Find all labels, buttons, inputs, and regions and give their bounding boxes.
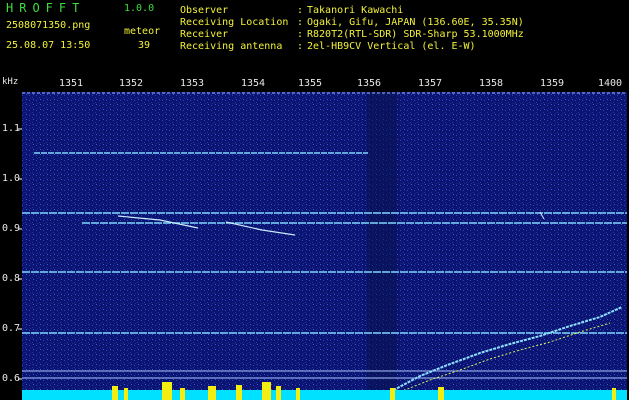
x-tick-1354: 1354: [241, 78, 266, 89]
capture-datetime: 25.08.07 13:50: [6, 40, 91, 51]
x-tick-1359: 1359: [540, 78, 565, 89]
x-tick-1355: 1355: [298, 78, 323, 89]
app-brand: HROFFT: [6, 1, 86, 15]
app-version: 1.0.0: [124, 3, 155, 14]
x-tick-1352: 1352: [119, 78, 144, 89]
meteor-count: 39: [138, 40, 151, 51]
x-tick-1400: 1400: [598, 78, 623, 89]
observer-value: Takanori Kawachi: [307, 5, 404, 16]
y-tick-0-9: 0.9: [2, 223, 21, 234]
antenna-value: 2el-HB9CV Vertical (el. E-W): [307, 41, 476, 52]
meteor-label: meteor: [124, 26, 161, 37]
x-tick-1357: 1357: [418, 78, 443, 89]
spectrum-gap: [367, 92, 397, 392]
y-tick-marks: [18, 128, 22, 380]
x-tick-1351: 1351: [59, 78, 84, 89]
antenna-label: Receiving antenna: [180, 41, 283, 52]
receiver-label: Receiver: [180, 29, 229, 40]
spectrum-noise-floor: [22, 92, 627, 392]
receiver-value: R820T2(RTL-SDR) SDR-Sharp 53.1000MHz: [307, 29, 524, 40]
location-value: Ogaki, Gifu, JAPAN (136.60E, 35.35N): [307, 17, 524, 28]
y-tick-0-8: 0.8: [2, 273, 21, 284]
x-tick-1353: 1353: [180, 78, 205, 89]
x-tick-1358: 1358: [479, 78, 504, 89]
location-colon: :: [297, 17, 304, 28]
spectrogram: [18, 92, 627, 400]
y-tick-0-7: 0.7: [2, 323, 21, 334]
receiver-colon: :: [297, 29, 304, 40]
observer-label: Observer: [180, 5, 229, 16]
y-axis-unit: kHz: [2, 77, 19, 87]
y-tick-0-6: 0.6: [2, 373, 21, 384]
y-tick-1-1: 1.1: [2, 123, 21, 134]
file-name: 2508071350.png: [6, 20, 91, 31]
x-tick-1356: 1356: [357, 78, 382, 89]
antenna-colon: :: [297, 41, 304, 52]
y-tick-1-0: 1.0: [2, 173, 21, 184]
location-label: Receiving Location: [180, 17, 289, 28]
observer-colon: :: [297, 5, 304, 16]
